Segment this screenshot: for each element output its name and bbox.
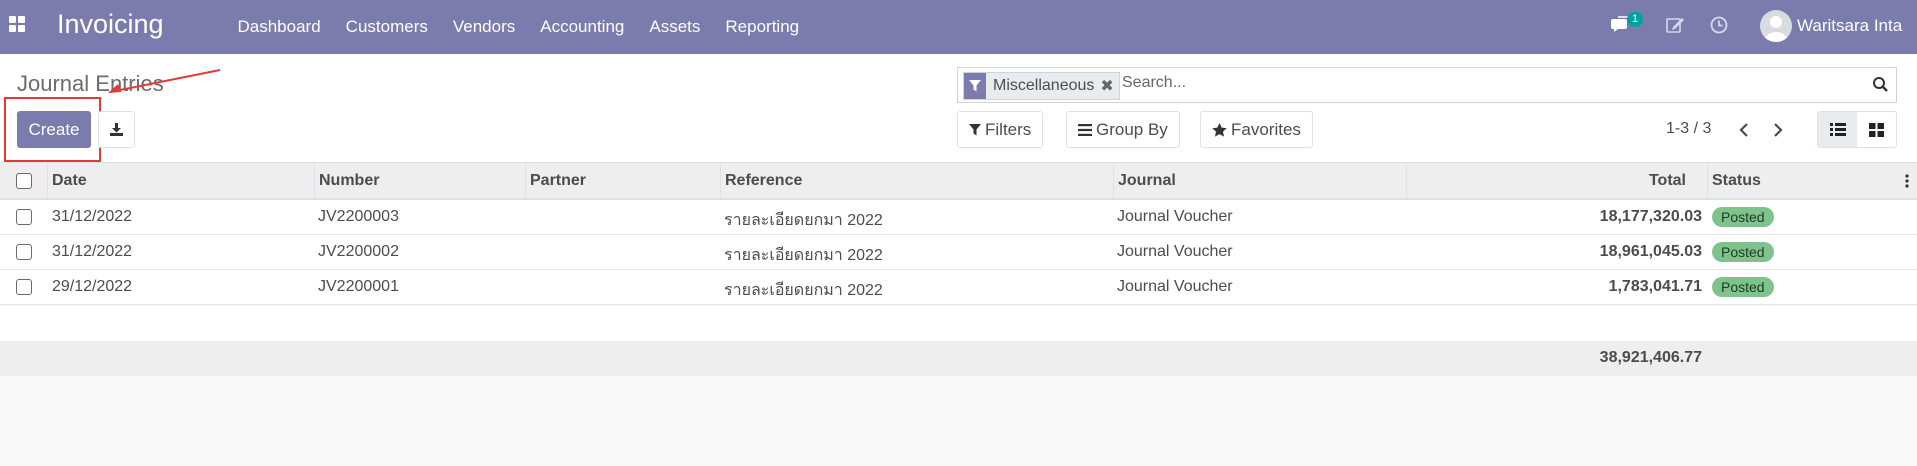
column-header-status[interactable]: Status <box>1712 172 1761 190</box>
top-navbar: Invoicing Dashboard Customers Vendors Ac… <box>0 0 1917 54</box>
cell-reference: รายละเอียดยกมา 2022 <box>724 212 883 229</box>
optional-columns-icon[interactable] <box>1905 174 1909 188</box>
column-header-total[interactable]: Total <box>1502 172 1686 190</box>
column-header-reference[interactable]: Reference <box>725 172 802 190</box>
kanban-view-icon <box>1869 122 1884 137</box>
view-switcher <box>1817 111 1897 148</box>
filter-icon <box>964 73 986 99</box>
menu-reporting[interactable]: Reporting <box>713 17 812 37</box>
menu-customers[interactable]: Customers <box>333 17 440 37</box>
table-row[interactable]: 29/12/2022 JV2200001 รายละเอียดยกมา 2022… <box>0 270 1917 305</box>
search-input[interactable] <box>1122 74 1822 92</box>
cell-reference: รายละเอียดยกมา 2022 <box>724 282 883 299</box>
list-view-button[interactable] <box>1818 112 1857 147</box>
cell-date: 31/12/2022 <box>52 243 133 260</box>
group-by-button[interactable]: Group By <box>1066 111 1180 148</box>
status-badge: Posted <box>1712 207 1774 227</box>
table-row[interactable]: 31/12/2022 JV2200003 รายละเอียดยกมา 2022… <box>0 200 1917 235</box>
facet-label: Miscellaneous <box>993 77 1095 94</box>
create-button[interactable]: Create <box>17 111 91 148</box>
control-panel: Journal Entries Create Miscellaneous ✖ F… <box>0 54 1917 162</box>
pager-value[interactable]: 1-3 / 3 <box>1666 120 1711 138</box>
cell-total: 1,783,041.71 <box>1608 278 1702 295</box>
download-icon <box>110 123 123 136</box>
cell-total: 18,961,045.03 <box>1599 243 1702 260</box>
edit-note-icon[interactable] <box>1664 14 1686 36</box>
cell-journal: Journal Voucher <box>1117 243 1233 260</box>
group-by-label: Group By <box>1096 119 1168 139</box>
menu-accounting[interactable]: Accounting <box>528 17 637 37</box>
chevron-left-icon <box>1739 123 1748 137</box>
annotation-arrow <box>108 69 221 93</box>
cell-number: JV2200002 <box>318 243 399 260</box>
favorites-label: Favorites <box>1231 119 1301 139</box>
search-icon[interactable] <box>1872 76 1889 93</box>
star-icon <box>1212 122 1227 137</box>
status-badge: Posted <box>1712 242 1774 262</box>
chevron-right-icon <box>1774 123 1783 137</box>
table-footer: 38,921,406.77 <box>0 341 1917 376</box>
cell-date: 29/12/2022 <box>52 278 133 295</box>
user-avatar[interactable] <box>1760 10 1792 42</box>
menu-vendors[interactable]: Vendors <box>440 17 527 37</box>
user-name[interactable]: Waritsara Inta <box>1797 16 1902 36</box>
row-checkbox[interactable] <box>16 209 32 225</box>
empty-row <box>0 307 1917 341</box>
search-bar[interactable]: Miscellaneous ✖ <box>957 67 1897 103</box>
favorites-button[interactable]: Favorites <box>1200 111 1313 148</box>
pager-next-button[interactable] <box>1768 120 1788 140</box>
cell-reference: รายละเอียดยกมา 2022 <box>724 247 883 264</box>
footer-total: 38,921,406.77 <box>1599 349 1702 366</box>
activity-clock-icon[interactable] <box>1708 14 1730 36</box>
status-badge: Posted <box>1712 277 1774 297</box>
kanban-view-button[interactable] <box>1857 112 1896 147</box>
list-view-icon <box>1829 123 1846 136</box>
cell-number: JV2200001 <box>318 278 399 295</box>
cell-total: 18,177,320.03 <box>1599 208 1702 225</box>
facet-remove-icon[interactable]: ✖ <box>1098 73 1118 99</box>
main-menu: Dashboard Customers Vendors Accounting A… <box>225 0 812 54</box>
table-row[interactable]: 31/12/2022 JV2200002 รายละเอียดยกมา 2022… <box>0 235 1917 270</box>
cell-date: 31/12/2022 <box>52 208 133 225</box>
cell-journal: Journal Voucher <box>1117 278 1233 295</box>
column-header-journal[interactable]: Journal <box>1118 172 1176 190</box>
column-header-number[interactable]: Number <box>319 172 379 190</box>
cell-number: JV2200003 <box>318 208 399 225</box>
row-checkbox[interactable] <box>16 244 32 260</box>
filters-button[interactable]: Filters <box>957 111 1044 148</box>
pager-previous-button[interactable] <box>1734 120 1754 140</box>
filter-icon <box>969 123 981 135</box>
list-bars-icon <box>1078 123 1092 136</box>
filters-label: Filters <box>985 119 1032 139</box>
row-checkbox[interactable] <box>16 279 32 295</box>
menu-dashboard[interactable]: Dashboard <box>225 17 333 37</box>
column-header-date[interactable]: Date <box>52 172 87 190</box>
apps-menu-icon[interactable] <box>9 16 25 32</box>
table-header: Date Number Partner Reference Journal To… <box>0 162 1917 200</box>
menu-assets[interactable]: Assets <box>637 17 713 37</box>
messages-count-badge: 1 <box>1627 12 1644 27</box>
cell-journal: Journal Voucher <box>1117 208 1233 225</box>
app-title[interactable]: Invoicing <box>57 9 164 40</box>
download-button[interactable] <box>98 111 135 148</box>
search-facet: Miscellaneous ✖ <box>963 72 1120 100</box>
select-all-checkbox[interactable] <box>16 173 32 189</box>
column-header-partner[interactable]: Partner <box>530 172 586 190</box>
